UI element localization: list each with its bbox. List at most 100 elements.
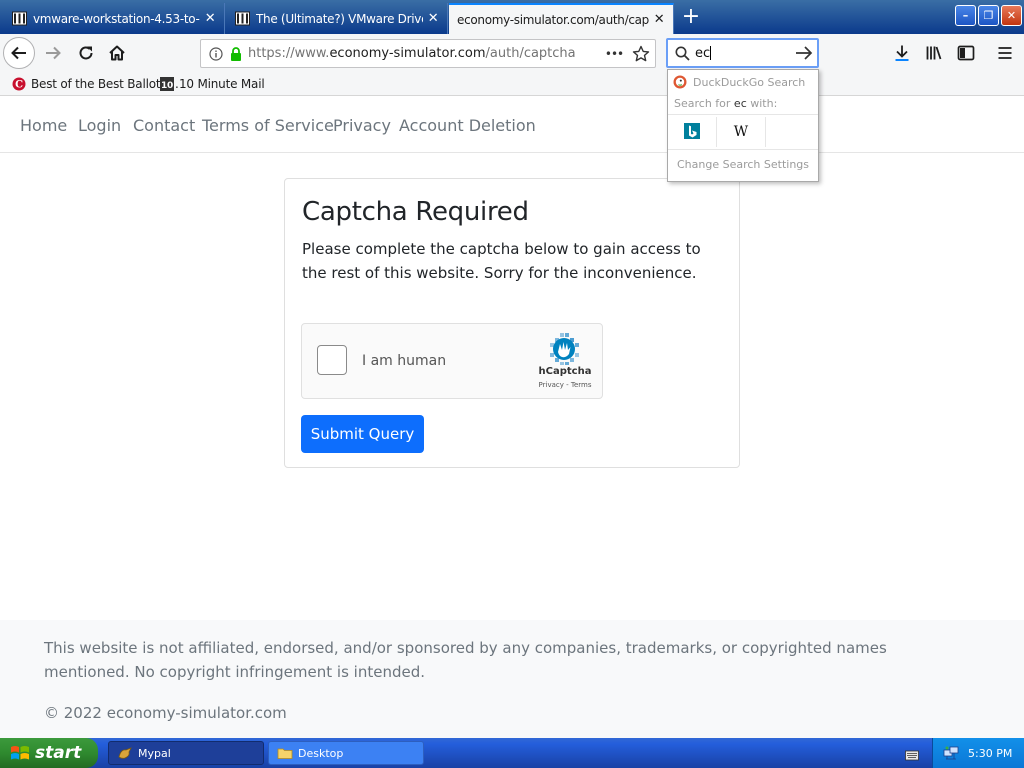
- library-icon: [926, 46, 942, 60]
- change-search-settings-link[interactable]: Change Search Settings: [668, 158, 818, 171]
- url-text: https://www.economy-simulator.com/auth/c…: [248, 46, 601, 61]
- downloads-button[interactable]: [887, 38, 917, 68]
- taskbar-item-desktop[interactable]: Desktop: [268, 741, 424, 765]
- page-actions-button[interactable]: •••: [601, 47, 627, 61]
- taskbar: start Mypal Desktop 5:30 PM: [0, 738, 1024, 768]
- search-for-suffix: with:: [750, 97, 778, 110]
- search-suggestions-popup: DuckDuckGo Search Search for ec with: W …: [667, 69, 819, 182]
- download-icon: [895, 45, 909, 61]
- sidebar-icon: [957, 45, 975, 61]
- sidebar-toggle-button[interactable]: [951, 38, 981, 68]
- mypal-icon: [117, 745, 133, 761]
- taskbar-item-mypal[interactable]: Mypal: [108, 741, 264, 765]
- minimize-button[interactable]: –: [955, 5, 976, 26]
- search-input[interactable]: ec: [695, 46, 791, 61]
- bookmark-best-of-the-best[interactable]: C Best of the Best Ballot |...: [12, 75, 179, 93]
- nav-link-account-deletion[interactable]: Account Deletion: [399, 116, 536, 135]
- captcha-card: Captcha Required Please complete the cap…: [284, 178, 740, 468]
- bookmark-label: Best of the Best Ballot |...: [31, 77, 179, 91]
- c-logo-icon: C: [12, 77, 26, 91]
- search-for-term: ec: [733, 97, 747, 110]
- search-engine-title: DuckDuckGo Search: [693, 75, 806, 89]
- close-tab-icon[interactable]: ✕: [200, 9, 220, 29]
- close-tab-icon[interactable]: ✕: [423, 9, 443, 29]
- start-button[interactable]: start: [0, 738, 98, 768]
- hcaptcha-logo-icon: [547, 332, 581, 366]
- back-button[interactable]: [3, 37, 35, 69]
- url-host: economy-simulator.com: [329, 46, 486, 61]
- nav-link-terms-of-service[interactable]: Terms of Service: [202, 116, 334, 135]
- url-bar[interactable]: https://www.economy-simulator.com/auth/c…: [200, 39, 656, 68]
- library-button[interactable]: [919, 38, 949, 68]
- text-caret: [710, 46, 712, 60]
- tab-label: The (Ultimate?) VMware Drivers Pa: [256, 11, 423, 26]
- archive-icon: [234, 11, 250, 27]
- nav-link-home[interactable]: Home: [20, 116, 67, 135]
- archive-icon: [11, 11, 27, 27]
- search-bar[interactable]: ec: [666, 38, 819, 68]
- tab-strip: vmware-workstation-4.53-to-16.1 d ✕ The …: [0, 0, 1024, 34]
- captcha-description: Please complete the captcha below to gai…: [302, 240, 701, 282]
- wikipedia-icon: W: [733, 124, 749, 140]
- page-title: Captcha Required: [302, 197, 529, 227]
- folder-icon: [277, 745, 293, 761]
- reload-icon: [79, 46, 93, 60]
- captcha-checkbox[interactable]: [317, 345, 347, 375]
- close-tab-icon[interactable]: ✕: [649, 10, 669, 30]
- forward-button[interactable]: [38, 38, 68, 68]
- divider: [668, 149, 818, 150]
- search-input-value: ec: [695, 45, 711, 61]
- svg-text:10: 10: [161, 81, 173, 91]
- home-button[interactable]: [102, 38, 132, 68]
- back-arrow-icon: [11, 46, 26, 60]
- tab-label: vmware-workstation-4.53-to-16.1 d: [33, 11, 200, 26]
- bookmark-10-minute-mail[interactable]: 10 10 Minute Mail: [160, 75, 265, 93]
- nav-link-privacy[interactable]: Privacy: [333, 116, 391, 135]
- search-engine-header: DuckDuckGo Search: [673, 73, 805, 91]
- close-window-button[interactable]: ✕: [1001, 5, 1022, 26]
- restore-button[interactable]: ❐: [978, 5, 999, 26]
- site-navigation: Home Login Contact Terms of Service Priv…: [0, 96, 1024, 153]
- network-icon[interactable]: [943, 745, 959, 761]
- home-icon: [109, 45, 125, 61]
- keyboard-icon[interactable]: [905, 746, 919, 761]
- search-for-prefix: Search for: [674, 97, 731, 110]
- forward-arrow-icon: [46, 46, 61, 60]
- search-go-arrow-icon[interactable]: [791, 43, 817, 63]
- bing-icon: [684, 122, 700, 142]
- nav-link-login[interactable]: Login: [78, 116, 121, 135]
- captcha-privacy-terms-links[interactable]: Privacy - Terms: [532, 381, 598, 389]
- bookmarks-toolbar: C Best of the Best Ballot |... 10 10 Min…: [0, 72, 1024, 96]
- hamburger-menu-icon: [998, 47, 1012, 59]
- new-tab-button[interactable]: +: [678, 5, 704, 31]
- wikipedia-search-button[interactable]: W: [717, 117, 766, 147]
- system-tray: 5:30 PM: [932, 738, 1024, 768]
- info-icon[interactable]: [209, 46, 225, 62]
- footer-disclaimer: This website is not affiliated, endorsed…: [44, 639, 887, 681]
- lock-icon[interactable]: [230, 46, 244, 62]
- windows-logo-icon: [10, 743, 30, 763]
- clock[interactable]: 5:30 PM: [968, 747, 1012, 760]
- url-path: /auth/captcha: [485, 46, 576, 61]
- nav-link-contact[interactable]: Contact: [133, 116, 195, 135]
- tab-captcha[interactable]: economy-simulator.com/auth/captcha ✕: [449, 3, 674, 34]
- bookmark-star-icon[interactable]: [627, 44, 655, 64]
- tab-vmware-drivers[interactable]: The (Ultimate?) VMware Drivers Pa ✕: [226, 3, 448, 34]
- captcha-brand: hCaptcha: [538, 366, 592, 377]
- hcaptcha-widget: I am human hCaptcha Privacy - Terms: [301, 323, 603, 399]
- search-icon: [675, 45, 691, 61]
- taskbar-item-label: Desktop: [298, 746, 344, 760]
- search-for-line: Search for ec with:: [674, 97, 777, 110]
- tab-label: economy-simulator.com/auth/captcha: [457, 12, 649, 27]
- submit-query-button[interactable]: Submit Query: [301, 415, 424, 453]
- page-content: Home Login Contact Terms of Service Priv…: [0, 96, 1024, 738]
- bing-search-button[interactable]: [668, 117, 717, 147]
- tab-vmware-workstation[interactable]: vmware-workstation-4.53-to-16.1 d ✕: [3, 3, 225, 34]
- ten-minute-mail-icon: 10: [160, 77, 174, 91]
- reload-button[interactable]: [71, 38, 101, 68]
- navigation-toolbar: https://www.economy-simulator.com/auth/c…: [0, 34, 1024, 72]
- taskbar-item-label: Mypal: [138, 746, 171, 760]
- footer-copyright: © 2022 economy-simulator.com: [44, 704, 287, 722]
- menu-button[interactable]: [990, 38, 1020, 68]
- start-label: start: [35, 743, 82, 763]
